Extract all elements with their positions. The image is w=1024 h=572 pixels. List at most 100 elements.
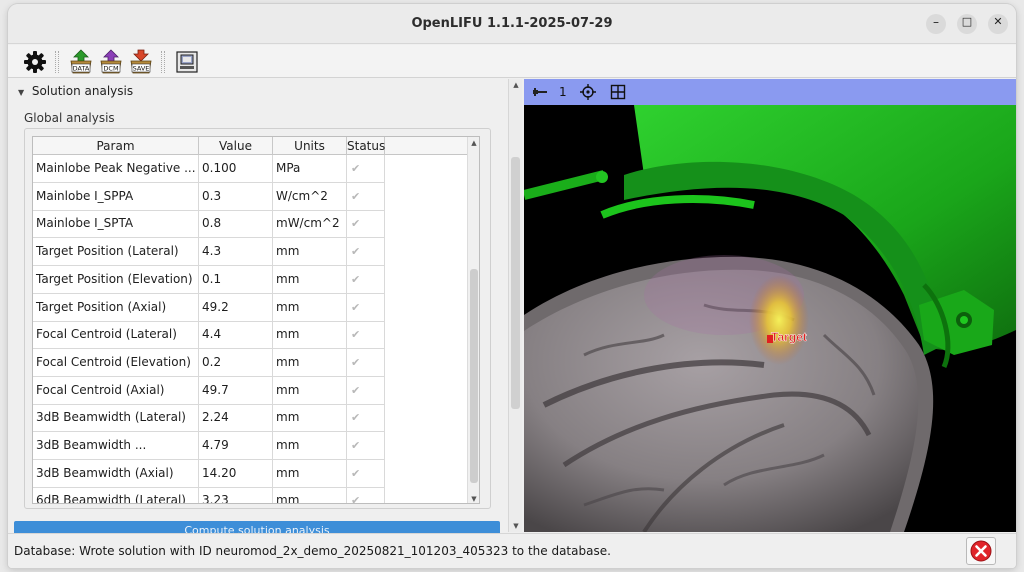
param-cell: Target Position (Elevation) xyxy=(33,265,199,294)
settings-button[interactable] xyxy=(22,49,48,75)
column-header-param[interactable]: Param xyxy=(33,137,199,155)
global-analysis-label: Global analysis xyxy=(24,111,115,125)
value-cell: 2.24 xyxy=(199,404,273,433)
value-cell: 0.1 xyxy=(199,265,273,294)
column-header-status[interactable]: Status xyxy=(347,137,385,155)
status-bar: Database: Wrote solution with ID neuromo… xyxy=(8,533,1016,568)
table-row[interactable]: 3dB Beamwidth ... 4.79 mm ✔ xyxy=(33,432,385,460)
solution-analysis-section-header[interactable]: ▼ Solution analysis xyxy=(18,84,133,100)
status-check-icon: ✔ xyxy=(347,155,385,183)
table-row[interactable]: Target Position (Axial) 49.2 mm ✔ xyxy=(33,293,385,322)
error-icon xyxy=(970,540,992,562)
units-cell: mm xyxy=(273,238,347,267)
value-cell: 49.7 xyxy=(199,376,273,405)
target-label: Target xyxy=(771,330,807,344)
table-scrollbar[interactable]: ▲ ▼ xyxy=(467,137,479,503)
units-cell: mm xyxy=(273,432,347,460)
target-marker[interactable]: Target xyxy=(767,330,807,344)
table-row[interactable]: Mainlobe I_SPPA 0.3 W/cm^2 ✔ xyxy=(33,182,385,211)
minimize-icon: – xyxy=(933,15,939,29)
layout-icon[interactable] xyxy=(610,84,626,100)
units-cell: mm xyxy=(273,348,347,377)
value-cell: 4.4 xyxy=(199,321,273,350)
pin-icon[interactable] xyxy=(532,86,548,98)
scroll-down-icon[interactable]: ▼ xyxy=(509,522,523,530)
close-icon: ✕ xyxy=(993,15,1003,28)
column-header-units[interactable]: Units xyxy=(273,137,347,155)
units-cell: MPa xyxy=(273,155,347,183)
table-header: Param Value Units Status xyxy=(33,137,469,155)
value-cell: 0.8 xyxy=(199,210,273,239)
units-cell: mm xyxy=(273,376,347,405)
error-log-button[interactable] xyxy=(966,537,996,565)
param-cell: 3dB Beamwidth ... xyxy=(33,432,199,460)
scroll-up-icon[interactable]: ▲ xyxy=(509,81,523,89)
param-cell: Target Position (Axial) xyxy=(33,293,199,322)
toolbar-separator xyxy=(55,51,59,73)
maximize-button[interactable]: □ xyxy=(957,14,977,34)
status-check-icon: ✔ xyxy=(347,182,385,211)
param-cell: Focal Centroid (Elevation) xyxy=(33,348,199,377)
3d-scene[interactable]: Target xyxy=(524,105,1016,532)
panel-scroll-thumb[interactable] xyxy=(511,157,520,409)
toolbar-separator xyxy=(161,51,165,73)
extension-wizard-button[interactable] xyxy=(174,49,200,75)
title-bar[interactable]: OpenLIFU 1.1.1-2025-07-29 – □ ✕ xyxy=(8,4,1016,44)
table-scroll-thumb[interactable] xyxy=(470,269,478,483)
table-row[interactable]: Target Position (Elevation) 0.1 mm ✔ xyxy=(33,265,385,294)
center-view-icon[interactable] xyxy=(579,83,597,101)
status-message: Database: Wrote solution with ID neuromo… xyxy=(14,544,611,558)
param-cell: 3dB Beamwidth (Axial) xyxy=(33,459,199,488)
status-check-icon: ✔ xyxy=(347,238,385,267)
minimize-button[interactable]: – xyxy=(926,14,946,34)
units-cell: mm xyxy=(273,459,347,488)
3d-view[interactable]: 1 Target xyxy=(524,79,1016,532)
param-cell: Focal Centroid (Lateral) xyxy=(33,321,199,350)
status-check-icon: ✔ xyxy=(347,404,385,433)
load-dicom-icon: DCM xyxy=(100,49,122,74)
param-cell: Focal Centroid (Axial) xyxy=(33,376,199,405)
column-header-value[interactable]: Value xyxy=(199,137,273,155)
status-check-icon: ✔ xyxy=(347,321,385,350)
table-row[interactable]: Mainlobe Peak Negative ... 0.100 MPa ✔ xyxy=(33,155,385,183)
units-cell: mW/cm^2 xyxy=(273,210,347,239)
status-check-icon: ✔ xyxy=(347,265,385,294)
table-row[interactable]: 6dB Beamwidth (Lateral) 3.23 mm ✔ xyxy=(33,487,385,503)
value-cell: 0.100 xyxy=(199,155,273,183)
status-check-icon: ✔ xyxy=(347,432,385,460)
units-cell: mm xyxy=(273,265,347,294)
value-cell: 3.23 xyxy=(199,487,273,503)
app-window: OpenLIFU 1.1.1-2025-07-29 – □ ✕ DATA DCM… xyxy=(8,4,1016,568)
table-row[interactable]: Focal Centroid (Elevation) 0.2 mm ✔ xyxy=(33,348,385,377)
table-row[interactable]: Target Position (Lateral) 4.3 mm ✔ xyxy=(33,238,385,267)
status-check-icon: ✔ xyxy=(347,487,385,503)
panel-scrollbar[interactable]: ▲ ▼ xyxy=(508,79,522,532)
maximize-icon: □ xyxy=(961,15,973,28)
load-data-button[interactable]: DATA xyxy=(68,49,94,75)
units-cell: W/cm^2 xyxy=(273,182,347,211)
scroll-up-icon[interactable]: ▲ xyxy=(468,139,479,147)
table-row[interactable]: Focal Centroid (Lateral) 4.4 mm ✔ xyxy=(33,321,385,350)
close-button[interactable]: ✕ xyxy=(988,14,1008,34)
param-cell: 3dB Beamwidth (Lateral) xyxy=(33,404,199,433)
table-row[interactable]: Mainlobe I_SPTA 0.8 mW/cm^2 ✔ xyxy=(33,210,385,239)
table-body: Mainlobe Peak Negative ... 0.100 MPa ✔ Mainl… xyxy=(33,155,469,503)
load-dicom-button[interactable]: DCM xyxy=(98,49,124,75)
value-cell: 4.79 xyxy=(199,432,273,460)
table-row[interactable]: 3dB Beamwidth (Lateral) 2.24 mm ✔ xyxy=(33,404,385,433)
save-icon: SAVE xyxy=(130,49,152,74)
table-row[interactable]: Focal Centroid (Axial) 49.7 mm ✔ xyxy=(33,376,385,405)
toolbar-dcm-label: DCM xyxy=(103,65,118,73)
main-toolbar: DATA DCM SAVE xyxy=(8,45,1016,78)
param-cell: Mainlobe I_SPPA xyxy=(33,182,199,211)
scroll-down-icon[interactable]: ▼ xyxy=(468,495,479,503)
value-cell: 0.2 xyxy=(199,348,273,377)
extension-wizard-icon xyxy=(176,51,198,73)
value-cell: 0.3 xyxy=(199,182,273,211)
value-cell: 14.20 xyxy=(199,459,273,488)
toolbar-save-label: SAVE xyxy=(133,65,150,73)
status-check-icon: ✔ xyxy=(347,459,385,488)
table-row[interactable]: 3dB Beamwidth (Axial) 14.20 mm ✔ xyxy=(33,459,385,488)
save-button[interactable]: SAVE xyxy=(128,49,154,75)
param-cell: Mainlobe I_SPTA xyxy=(33,210,199,239)
